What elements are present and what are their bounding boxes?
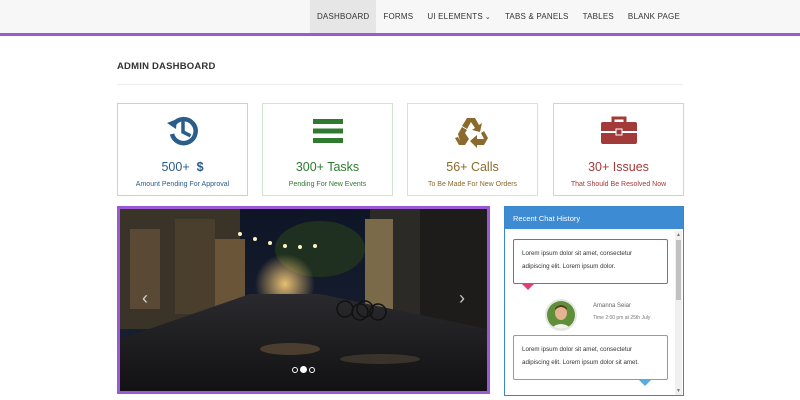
stat-value: 30+ Issues [588,160,649,174]
chat-message: Lorem ipsum dolor sit amet, consectetur … [513,239,668,284]
scroll-up-icon[interactable]: ▲ [675,231,682,239]
stat-card-tasks: 300+ Tasks Pending For New Events [262,103,393,196]
nav-ui-elements-label: UI ELEMENTS [427,12,483,21]
stat-label: Amount Pending For Approval [135,181,230,188]
nav-blank-page[interactable]: BLANK PAGE [621,0,687,33]
dollar-sign: $ [196,160,204,174]
image-carousel[interactable]: ‹ › [117,206,490,394]
top-navbar: DASHBOARD FORMS UI ELEMENTS ⌄ TABS & PANE… [0,0,800,36]
main-nav: DASHBOARD FORMS UI ELEMENTS ⌄ TABS & PANE… [309,0,687,33]
chat-timestamp: Time 2:00 pm at 25th July [593,315,651,321]
carousel-next-button[interactable]: › [459,289,465,307]
title-divider [117,84,683,85]
street-night-photo [120,209,487,391]
carousel-indicator-active[interactable] [300,366,307,373]
stat-card-issues: 30+ Issues That Should Be Resolved Now [553,103,684,196]
carousel-prev-button[interactable]: ‹ [142,289,148,307]
chevron-down-icon: ⌄ [484,13,491,21]
chat-body[interactable]: Lorem ipsum dolor sit amet, consectetur … [505,229,675,395]
carousel-indicators [120,366,487,373]
bars-icon [263,115,392,147]
stat-label: Pending For New Events [288,181,367,188]
chat-scrollbar[interactable]: ▲ ▼ [675,231,682,395]
page-title: ADMIN DASHBOARD [117,61,216,72]
stat-label: To Be Made For New Orders [427,181,518,188]
nav-forms[interactable]: FORMS [376,0,420,33]
chat-panel-title: Recent Chat History [505,207,683,229]
carousel-indicator[interactable] [309,366,315,373]
chat-panel: Recent Chat History Lorem ipsum dolor si… [504,206,684,396]
stat-label: That Should Be Resolved Now [570,181,667,188]
stat-value: 56+ Calls [446,160,499,174]
chat-user-name: Amanna Seiar [593,303,632,309]
stat-value: 300+ Tasks [295,160,360,174]
briefcase-icon [554,115,683,147]
nav-tables[interactable]: TABLES [576,0,621,33]
carousel-indicator[interactable] [292,366,298,373]
stat-value: 500+ $ [118,160,247,174]
stat-card-calls: 56+ Calls To Be Made For New Orders [407,103,538,196]
history-icon [118,115,247,147]
scroll-down-icon[interactable]: ▼ [675,387,682,395]
nav-dashboard[interactable]: DASHBOARD [309,0,377,33]
chat-bubble-tail [638,379,652,386]
chat-bubble-tail [521,283,535,290]
stat-card-amount: 500+ $ Amount Pending For Approval [117,103,248,196]
avatar [545,299,577,331]
stat-value-number: 500+ [161,160,190,174]
scrollbar-thumb[interactable] [676,240,681,300]
nav-ui-elements[interactable]: UI ELEMENTS ⌄ [420,0,498,33]
nav-tabs-panels[interactable]: TABS & PANELS [498,0,576,33]
recycle-icon [408,115,537,148]
chat-message: Lorem ipsum dolor sit amet, consectetur … [513,335,668,380]
